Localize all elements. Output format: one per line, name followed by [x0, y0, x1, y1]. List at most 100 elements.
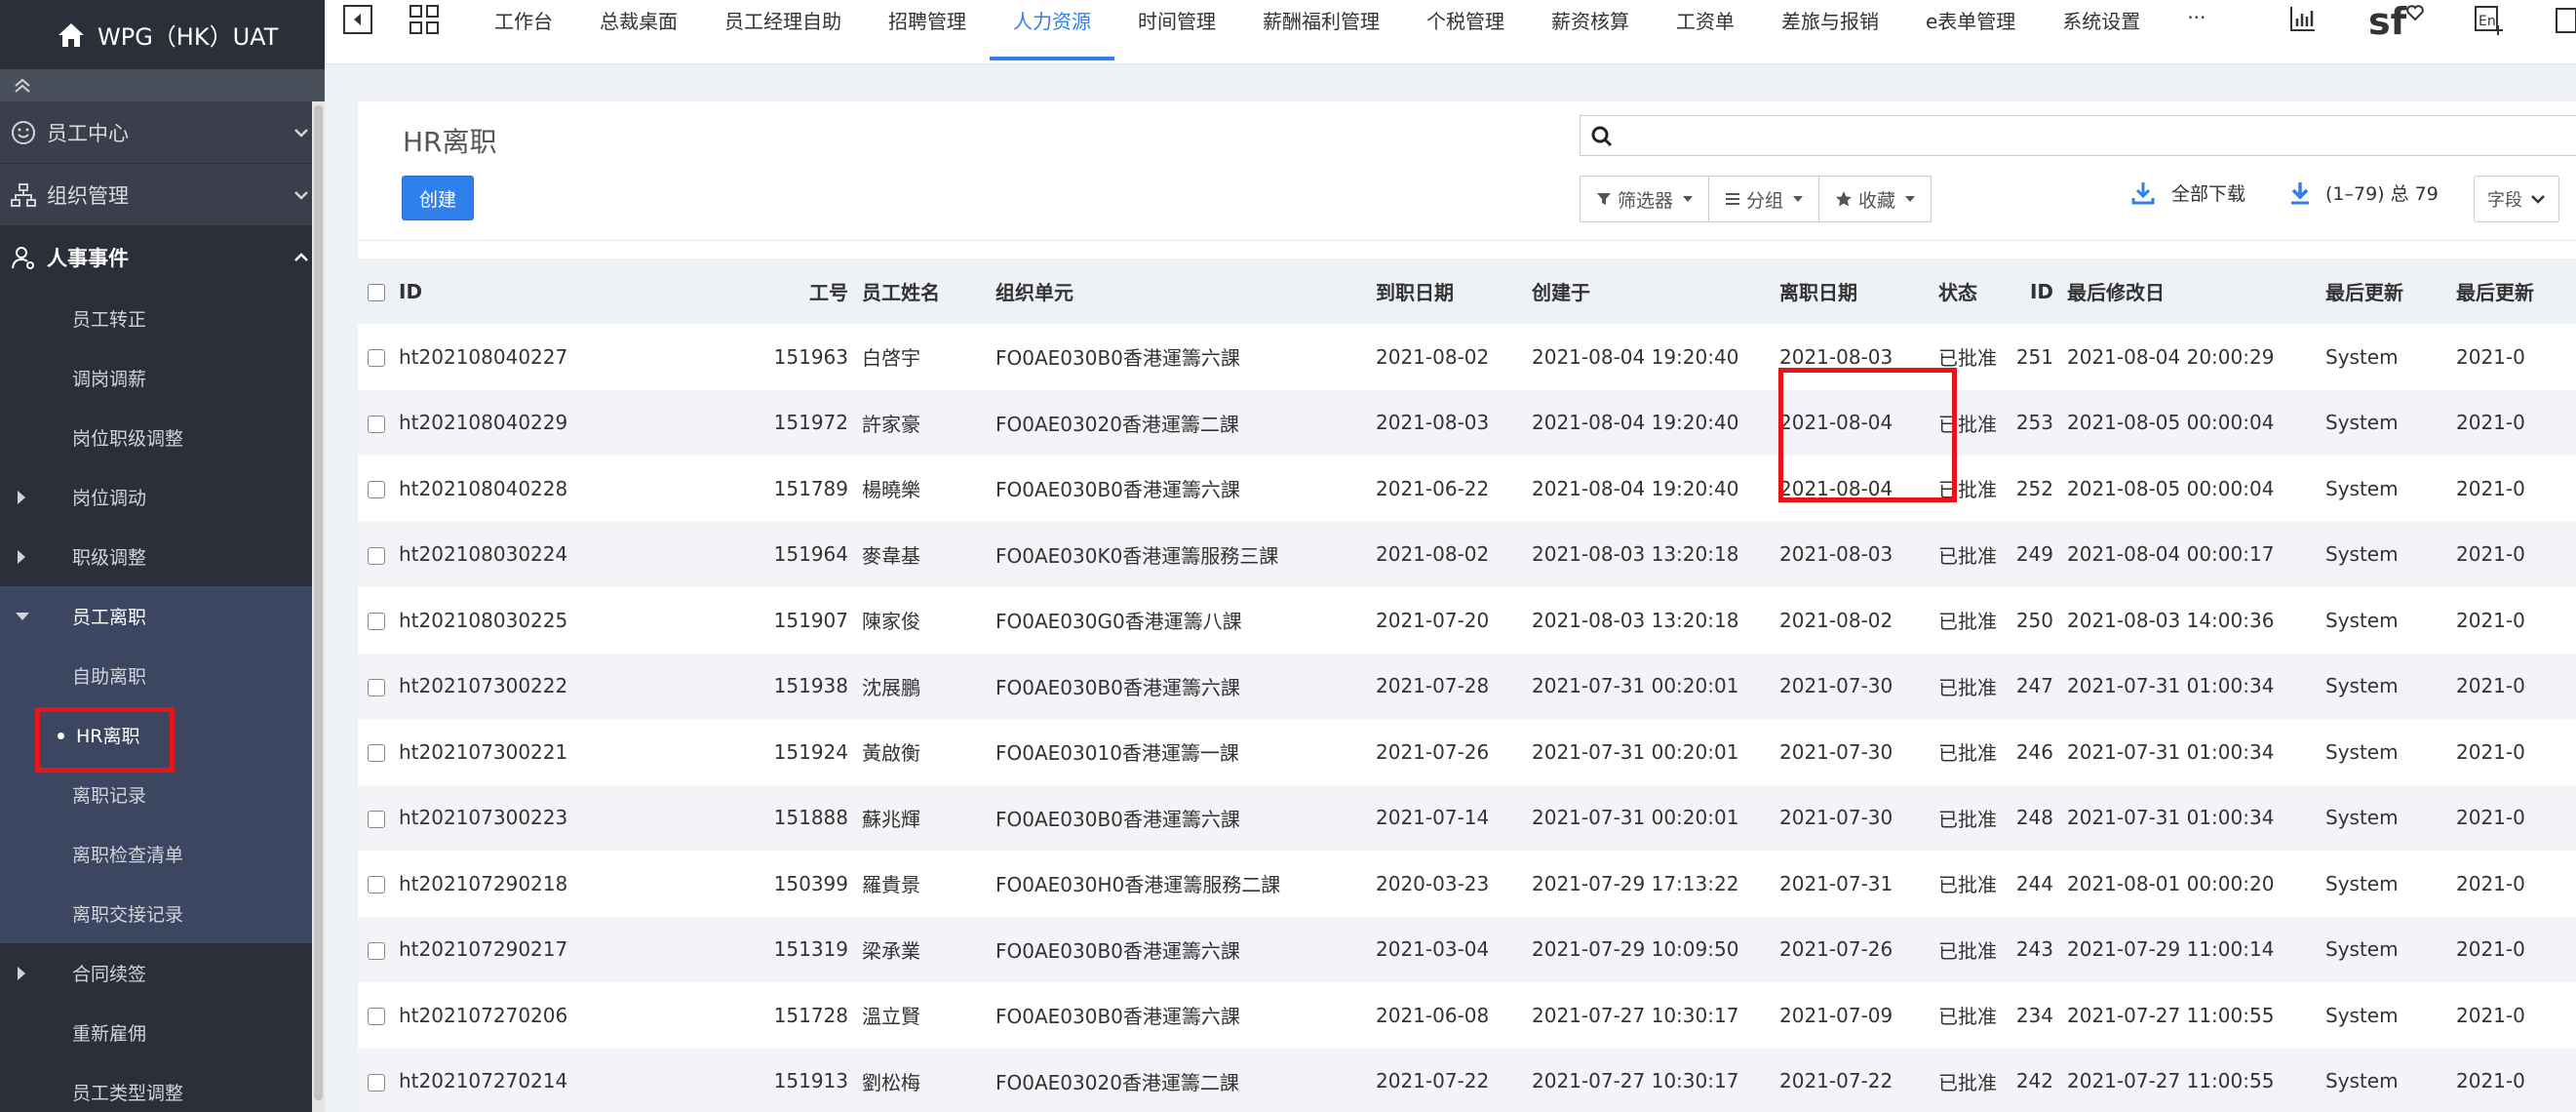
- sidebar-item-rank-adjust[interactable]: 职级调整: [0, 527, 325, 586]
- table-row[interactable]: ht202107270214 151913 劉松梅 FO0AE03020香港運籌二課 2…: [358, 1048, 2576, 1112]
- table-cell: 2021-07-28: [1376, 653, 1532, 719]
- sidebar-item-resign-checklist[interactable]: 离职检查清单: [0, 824, 325, 884]
- row-checkbox[interactable]: [368, 546, 385, 565]
- column-header[interactable]: ID: [2001, 258, 2067, 324]
- tab-self-service[interactable]: 员工经理自助: [701, 0, 865, 60]
- tab-compensation[interactable]: 薪酬福利管理: [1239, 0, 1403, 60]
- column-header[interactable]: 状态: [1938, 258, 2001, 324]
- table-row[interactable]: ht202107300221 151924 黃啟衡 FO0AE03010香港運籌一課 2…: [358, 719, 2576, 785]
- table-row[interactable]: ht202108030224 151964 麥韋基 FO0AE030K0香港運籌服務三…: [358, 521, 2576, 587]
- table-cell: 242: [2001, 1048, 2067, 1112]
- settings-partial-icon[interactable]: [2553, 4, 2576, 37]
- sf-logo[interactable]: sf: [2368, 0, 2424, 43]
- chevron-down-icon: [2531, 195, 2545, 204]
- row-checkbox[interactable]: [368, 481, 385, 499]
- table-row[interactable]: ht202107300222 151938 沈展鵬 FO0AE030B0香港運籌六課 2…: [358, 653, 2576, 719]
- favorites-button[interactable]: 收藏: [1818, 176, 1932, 222]
- tab-travel-expense[interactable]: 差旅与报销: [1758, 0, 1902, 60]
- row-checkbox[interactable]: [368, 415, 385, 433]
- sidebar-item-label: 重新雇佣: [72, 1023, 147, 1045]
- row-checkbox[interactable]: [368, 678, 385, 696]
- language-switch-icon[interactable]: En: [2473, 4, 2506, 37]
- table-row[interactable]: ht202108040228 151789 楊曉樂 FO0AE030B0香港運籌六課 2…: [358, 456, 2576, 522]
- table-row[interactable]: ht202108040229 151972 許家豪 FO0AE03020香港運籌二課 2…: [358, 389, 2576, 456]
- brand[interactable]: WPG（HK）UAT: [0, 0, 325, 69]
- sidebar-group-label: 人事事件: [47, 246, 129, 270]
- sidebar-group-label: 员工中心: [47, 121, 129, 145]
- select-all-checkbox[interactable]: [368, 284, 385, 301]
- table-row[interactable]: ht202107270206 151728 溫立賢 FO0AE030B0香港運籌六課 2…: [358, 982, 2576, 1049]
- tab-time-management[interactable]: 时间管理: [1114, 0, 1239, 60]
- table-cell: System: [2325, 653, 2456, 719]
- tab-workbench[interactable]: 工作台: [471, 0, 576, 60]
- row-checkbox[interactable]: [368, 744, 385, 763]
- sidebar-group-personnel-events[interactable]: 人事事件: [0, 226, 325, 289]
- sidebar-item-handover-records[interactable]: 离职交接记录: [0, 884, 325, 943]
- table-row[interactable]: ht202108040227 151963 白啓宇 FO0AE030B0香港運籌六課 2…: [358, 324, 2576, 390]
- sidebar-group-employee-center[interactable]: 员工中心: [0, 101, 325, 164]
- sidebar-item-rehire[interactable]: 重新雇佣: [0, 1003, 325, 1062]
- tab-recruitment[interactable]: 招聘管理: [865, 0, 990, 60]
- table-row[interactable]: ht202108030225 151907 陳家俊 FO0AE030G0香港運籌八課 2…: [358, 587, 2576, 654]
- sidebar-scrollbar[interactable]: [312, 101, 325, 1112]
- column-header[interactable]: 到职日期: [1376, 258, 1532, 324]
- table-row[interactable]: ht202107290218 150399 羅貴景 FO0AE030H0香港運籌服務二…: [358, 851, 2576, 917]
- column-header[interactable]: 组织单元: [995, 258, 1376, 324]
- sidebar-item-resignation[interactable]: 员工离职: [0, 586, 325, 646]
- row-checkbox[interactable]: [368, 1008, 385, 1026]
- row-checkbox[interactable]: [368, 1073, 385, 1092]
- tab-eform[interactable]: e表单管理: [1902, 0, 2039, 60]
- table-cell: 2021-08-04 00:00:17: [2067, 521, 2325, 587]
- fields-button[interactable]: 字段: [2474, 176, 2559, 222]
- tab-human-resources[interactable]: 人力资源: [990, 0, 1114, 60]
- column-header[interactable]: 离职日期: [1779, 258, 1938, 324]
- sidebar-item-grade-adjust[interactable]: 岗位职级调整: [0, 408, 325, 467]
- row-select-cell: [358, 389, 399, 456]
- collapse-sidebar-button[interactable]: [0, 69, 325, 101]
- row-checkbox[interactable]: [368, 349, 385, 368]
- tab-payroll-calc[interactable]: 薪资核算: [1528, 0, 1653, 60]
- report-chart-icon[interactable]: [2288, 4, 2318, 33]
- column-header[interactable]: 最后更新: [2456, 258, 2576, 324]
- sidebar-item-transfer-salary[interactable]: 调岗调薪: [0, 348, 325, 408]
- column-header[interactable]: 最后更新: [2325, 258, 2456, 324]
- create-button[interactable]: 创建: [402, 176, 474, 220]
- table-cell: ht202108040229: [399, 389, 769, 456]
- table-row[interactable]: ht202107300223 151888 蘇兆輝 FO0AE030B0香港運籌六課 2…: [358, 784, 2576, 851]
- column-header[interactable]: 工号: [769, 258, 862, 324]
- table-cell: 2021-08-04 19:20:40: [1532, 389, 1779, 456]
- sidebar: WPG（HK）UAT 员工中心 组织管理 人事事件 员工转正 调岗调薪 岗位职级…: [0, 0, 325, 1112]
- table-cell: 2021-0: [2456, 719, 2576, 785]
- download-icon[interactable]: [2288, 180, 2312, 206]
- column-header[interactable]: 员工姓名: [862, 258, 995, 324]
- row-checkbox[interactable]: [368, 810, 385, 828]
- row-checkbox[interactable]: [368, 941, 385, 960]
- toggle-sidebar-icon[interactable]: [342, 4, 373, 35]
- row-checkbox[interactable]: [368, 876, 385, 894]
- tab-payslip[interactable]: 工资单: [1653, 0, 1758, 60]
- tab-more[interactable]: ···: [2164, 0, 2229, 60]
- tab-tax[interactable]: 个税管理: [1403, 0, 1528, 60]
- table-row[interactable]: ht202107290217 151319 梁承業 FO0AE030B0香港運籌六課 2…: [358, 916, 2576, 982]
- tab-ceo-desktop[interactable]: 总裁桌面: [576, 0, 701, 60]
- column-header[interactable]: 最后修改日: [2067, 258, 2325, 324]
- filter-button[interactable]: 筛选器: [1580, 176, 1710, 222]
- group-by-button[interactable]: 分组: [1708, 176, 1820, 222]
- column-header[interactable]: 创建于: [1532, 258, 1779, 324]
- sidebar-item-position-transfer[interactable]: 岗位调动: [0, 467, 325, 527]
- sidebar-item-employee-type[interactable]: 员工类型调整: [0, 1062, 325, 1112]
- sidebar-item-resign-records[interactable]: 离职记录: [0, 765, 325, 824]
- sidebar-item-contract-renewal[interactable]: 合同续签: [0, 943, 325, 1003]
- apps-grid-icon[interactable]: [409, 4, 440, 35]
- scrollbar-thumb[interactable]: [314, 105, 323, 1100]
- download-all-button[interactable]: 全部下载: [2130, 179, 2245, 206]
- sidebar-item-label: 自助离职: [72, 666, 147, 688]
- tab-settings[interactable]: 系统设置: [2039, 0, 2164, 60]
- sidebar-group-org-management[interactable]: 组织管理: [0, 164, 325, 226]
- column-header[interactable]: ID: [399, 258, 769, 324]
- sidebar-item-label: 岗位调动: [72, 488, 147, 509]
- row-checkbox[interactable]: [368, 613, 385, 631]
- sidebar-item-self-resign[interactable]: 自助离职: [0, 646, 325, 705]
- search-input[interactable]: [1623, 120, 2559, 151]
- sidebar-item-probation[interactable]: 员工转正: [0, 289, 325, 348]
